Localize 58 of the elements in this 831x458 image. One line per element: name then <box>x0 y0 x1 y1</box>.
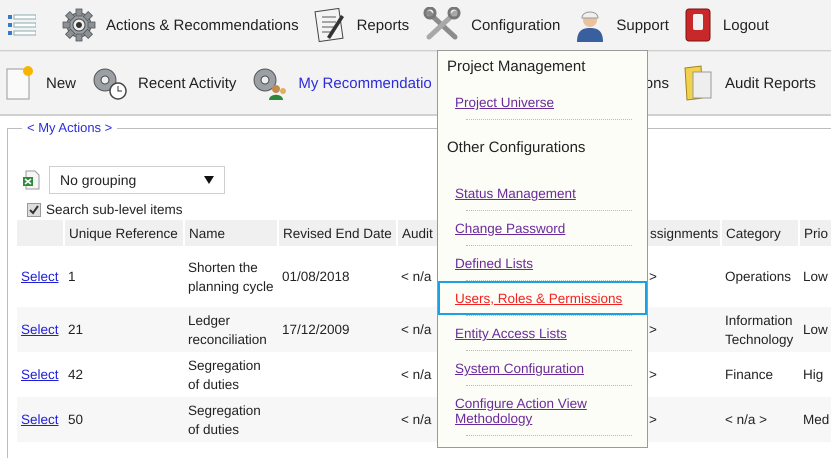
menu-item[interactable]: Actions & Recommendations <box>106 16 299 34</box>
audit-cell: < n/a <box>401 322 432 337</box>
menu-link[interactable]: Status Management <box>455 186 576 201</box>
audit-cell: < n/a <box>401 412 432 427</box>
spreadsheet-icon[interactable] <box>22 170 40 190</box>
date-cell: 01/08/2018 <box>282 269 350 284</box>
assignments-cell: > <box>649 322 657 337</box>
select-link[interactable]: Select <box>21 367 59 382</box>
menu-link[interactable]: Configure Action View Methodology <box>455 396 632 426</box>
grouping-dropdown[interactable]: No grouping <box>49 166 225 194</box>
menu-link[interactable]: Defined Lists <box>455 256 534 271</box>
toolbar-item[interactable]: My Recommendatio <box>298 74 432 92</box>
gear-icon <box>62 8 96 42</box>
category-cell: Operations <box>725 269 792 284</box>
reference-cell: 42 <box>68 367 84 382</box>
toolbar-item[interactable]: Audit Reports <box>724 74 816 92</box>
assignments-cell: > <box>649 412 657 427</box>
menu-heading: Other Configurations <box>446 138 586 158</box>
priority-cell: Low <box>803 322 828 337</box>
menu-item[interactable]: Logout <box>722 16 769 34</box>
power-switch-icon <box>682 7 713 43</box>
menu-link[interactable]: Entity Access Lists <box>455 326 567 341</box>
menu-icon[interactable] <box>8 13 36 37</box>
name-cell: Ledger reconciliation <box>188 312 267 346</box>
audit-cell: < n/a <box>401 269 432 284</box>
category-cell: Finance <box>725 367 774 382</box>
name-cell: Shorten the planning cycle <box>188 260 274 294</box>
date-cell: 17/12/2009 <box>282 322 350 337</box>
menu-link[interactable]: System Configuration <box>455 361 584 376</box>
caret-icon <box>204 176 214 184</box>
reference-cell: 1 <box>68 269 76 284</box>
category-cell: Information Technology <box>725 312 794 346</box>
panel-legend[interactable]: < My Actions > <box>22 120 118 135</box>
menu-item[interactable]: Configuration <box>471 16 560 34</box>
menu-link[interactable]: Project Universe <box>455 95 554 110</box>
checkbox-label: Search sub-level items <box>46 202 183 217</box>
menu-link[interactable]: Users, Roles & Permissions <box>455 291 622 306</box>
name-cell: Segregation of duties <box>188 358 261 392</box>
checkbox[interactable] <box>27 202 41 216</box>
assignments-cell: > <box>649 269 657 284</box>
notepad-icon <box>312 7 347 43</box>
menu-link[interactable]: Change Password <box>455 221 566 236</box>
menu-item[interactable]: Reports <box>356 16 410 34</box>
audit-cell: < n/a <box>401 367 432 382</box>
toolbar-item[interactable]: Recent Activity <box>138 74 236 92</box>
new-document-icon <box>4 65 36 101</box>
priority-cell: Low <box>803 269 828 284</box>
priority-cell: Med <box>803 412 830 427</box>
category-cell: < n/a > <box>725 412 768 427</box>
assignments-cell: > <box>649 367 657 382</box>
select-link[interactable]: Select <box>21 269 59 284</box>
priority-cell: Hig <box>803 367 824 382</box>
name-cell: Segregation of duties <box>188 402 261 436</box>
menu-item[interactable]: Support <box>616 16 669 34</box>
reference-cell: 21 <box>68 322 84 337</box>
menu-heading: Project Management <box>446 57 586 77</box>
reference-cell: 50 <box>68 412 84 427</box>
toolbar-item[interactable]: New <box>46 74 76 92</box>
